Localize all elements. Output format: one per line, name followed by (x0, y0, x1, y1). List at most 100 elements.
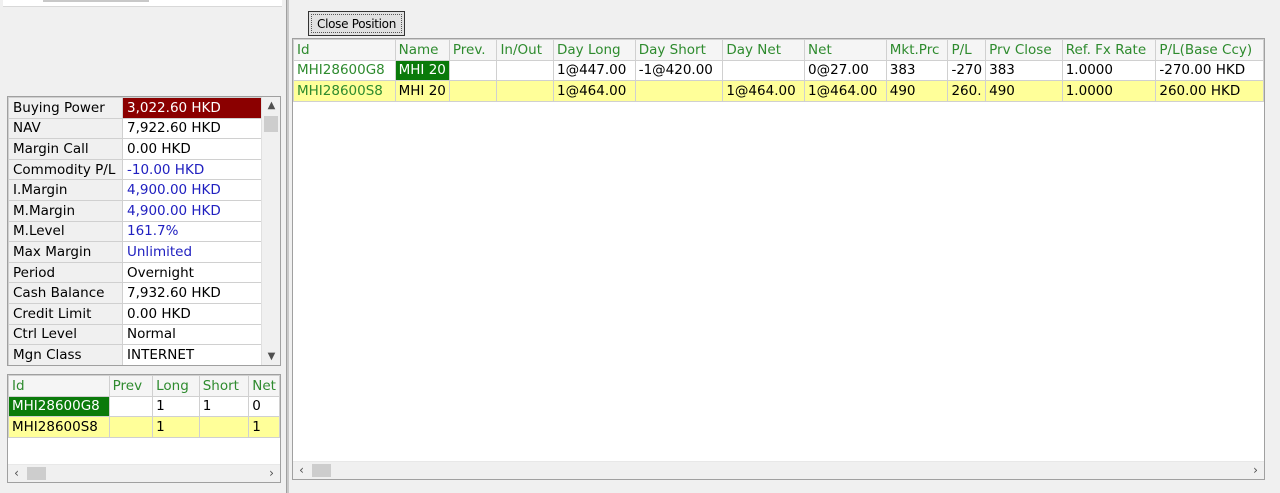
cell-id: MHI28600S8 (8, 416, 110, 438)
column-header-net[interactable]: Net (248, 375, 280, 397)
ctrl-level-label: Ctrl Level (8, 323, 123, 346)
mgn-class-value: INTERNET (122, 344, 262, 365)
cell-fx-rate: 1.0000 (1061, 80, 1157, 102)
table-row[interactable]: MHI28600G8 MHI 20 1@447.00 -1@420.00 0@27.00… (293, 59, 1264, 82)
i-margin-label: I.Margin (8, 179, 123, 201)
cell-prev (108, 416, 154, 438)
column-header-id[interactable]: Id (293, 39, 396, 61)
cell-day-long: 1@447.00 (553, 59, 636, 82)
scroll-down-icon[interactable]: ▼ (262, 348, 280, 365)
cell-prev (448, 59, 498, 82)
account-row[interactable]: NAV 7,922.60 HKD (8, 117, 262, 140)
cell-net: 0 (248, 395, 280, 418)
cell-id: MHI28600S8 (293, 80, 396, 102)
commodity-p-l-label: Commodity P/L (8, 158, 123, 181)
i-margin-value: 4,900.00 HKD (122, 179, 262, 201)
cell-id: MHI28600G8 (8, 395, 110, 418)
account-info-grid[interactable]: Buying Power 3,022.60 HKD NAV 7,922.60 HKD M… (7, 96, 281, 366)
cell-mkt-prc: 490 (885, 80, 949, 102)
buying-power-label: Buying Power (8, 97, 123, 119)
margin-call-label: Margin Call (8, 138, 123, 160)
column-header-day-short[interactable]: Day Short (634, 39, 724, 61)
cell-inout (496, 80, 554, 102)
scroll-left-icon[interactable]: ‹ (8, 465, 25, 482)
scroll-left-icon[interactable]: ‹ (293, 462, 310, 479)
column-header-prev[interactable]: Prev. (448, 39, 498, 61)
m-level-label: M.Level (8, 220, 123, 243)
cell-inout (496, 59, 554, 82)
table-row[interactable]: MHI28600S8 MHI 20 1@464.00 1@464.00 1@464.00… (293, 80, 1264, 102)
account-panel: Buying Power 3,022.60 HKD NAV 7,922.60 HKD M… (0, 0, 287, 493)
period-value: Overnight (122, 261, 262, 284)
mgn-class-label: Mgn Class (8, 344, 123, 365)
account-row[interactable]: Period Overnight (8, 261, 262, 284)
cell-id: MHI28600G8 (293, 59, 396, 82)
cell-day-short (634, 80, 724, 102)
margin-call-value: 0.00 HKD (122, 138, 262, 160)
column-header-prv-close[interactable]: Prv Close (985, 39, 1063, 61)
column-header-long[interactable]: Long (152, 375, 200, 397)
column-header-day-net[interactable]: Day Net (722, 39, 806, 61)
account-row[interactable]: Credit Limit 0.00 HKD (8, 302, 262, 325)
cell-prv-close: 490 (985, 80, 1063, 102)
table-row[interactable]: MHI28600G8 1 1 0 (8, 395, 280, 418)
column-header-p-l-base-ccy[interactable]: P/L(Base Ccy) (1155, 39, 1264, 61)
account-row[interactable]: M.Margin 4,900.00 HKD (8, 199, 262, 222)
cash-balance-label: Cash Balance (8, 282, 123, 304)
cell-day-long: 1@464.00 (553, 80, 636, 102)
cell-day-net: 1@464.00 (722, 80, 806, 102)
account-row[interactable]: I.Margin 4,900.00 HKD (8, 179, 262, 201)
column-header-p-l[interactable]: P/L (947, 39, 987, 61)
account-vertical-scrollbar[interactable]: ▲ ▼ (261, 97, 280, 365)
account-row[interactable]: M.Level 161.7% (8, 220, 262, 243)
positions-grid[interactable]: Id Name Prev. In/Out Day Long Day Short Day Ne… (292, 38, 1265, 480)
positions-horizontal-scrollbar[interactable]: ‹ › (293, 461, 1264, 479)
column-header-in-out[interactable]: In/Out (496, 39, 554, 61)
column-header-day-long[interactable]: Day Long (553, 39, 636, 61)
summary-horizontal-scrollbar[interactable]: ‹ › (8, 464, 280, 482)
cell-net: 1 (248, 416, 280, 438)
cell-pl: -270 (947, 59, 987, 82)
column-header-ref-fx-rate[interactable]: Ref. Fx Rate (1061, 39, 1157, 61)
cell-short: 1 (198, 395, 250, 418)
cell-long: 1 (152, 416, 200, 438)
scroll-right-icon[interactable]: › (1247, 462, 1264, 479)
account-row[interactable]: Commodity P/L -10.00 HKD (8, 158, 262, 181)
scrollbar-thumb[interactable] (264, 116, 278, 132)
scrollbar-thumb[interactable] (312, 464, 331, 477)
account-row[interactable]: Ctrl Level Normal (8, 323, 262, 346)
cell-net: 0@27.00 (804, 59, 887, 82)
buying-power-value: 3,022.60 HKD (122, 97, 262, 119)
column-header-id[interactable]: Id (8, 375, 110, 397)
nav-value: 7,922.60 HKD (122, 117, 262, 140)
top-tab-indicator (43, 0, 149, 2)
column-header-net[interactable]: Net (804, 39, 887, 61)
position-summary-grid[interactable]: Id Prev Long Short Net MHI28600G8 1 1 0 MHI28600… (7, 374, 281, 483)
commodity-p-l-value: -10.00 HKD (122, 158, 262, 181)
m-margin-label: M.Margin (8, 199, 123, 222)
cell-pl-base: -270.00 HKD (1155, 59, 1264, 82)
column-header-name[interactable]: Name (394, 39, 450, 61)
scroll-up-icon[interactable]: ▲ (262, 97, 280, 114)
cell-prv-close: 383 (985, 59, 1063, 82)
cash-balance-value: 7,932.60 HKD (122, 282, 262, 304)
scroll-right-icon[interactable]: › (263, 465, 280, 482)
m-margin-value: 4,900.00 HKD (122, 199, 262, 222)
account-row[interactable]: Margin Call 0.00 HKD (8, 138, 262, 160)
m-level-value: 161.7% (122, 220, 262, 243)
max-margin-value: Unlimited (122, 241, 262, 263)
account-row[interactable]: Mgn Class INTERNET (8, 344, 262, 365)
column-header-short[interactable]: Short (198, 375, 250, 397)
close-position-button[interactable]: Close Position (308, 11, 405, 36)
scrollbar-thumb[interactable] (27, 467, 46, 480)
column-header-mkt-prc[interactable]: Mkt.Prc (885, 39, 949, 61)
column-header-prev[interactable]: Prev (108, 375, 154, 397)
cell-pl: 260. (947, 80, 987, 102)
account-row[interactable]: Buying Power 3,022.60 HKD (8, 97, 262, 119)
table-row[interactable]: MHI28600S8 1 1 (8, 416, 280, 438)
account-row[interactable]: Max Margin Unlimited (8, 241, 262, 263)
cell-name: MHI 20 (394, 80, 450, 102)
cell-day-short: -1@420.00 (634, 59, 724, 82)
account-row[interactable]: Cash Balance 7,932.60 HKD (8, 282, 262, 304)
cell-long: 1 (152, 395, 200, 418)
